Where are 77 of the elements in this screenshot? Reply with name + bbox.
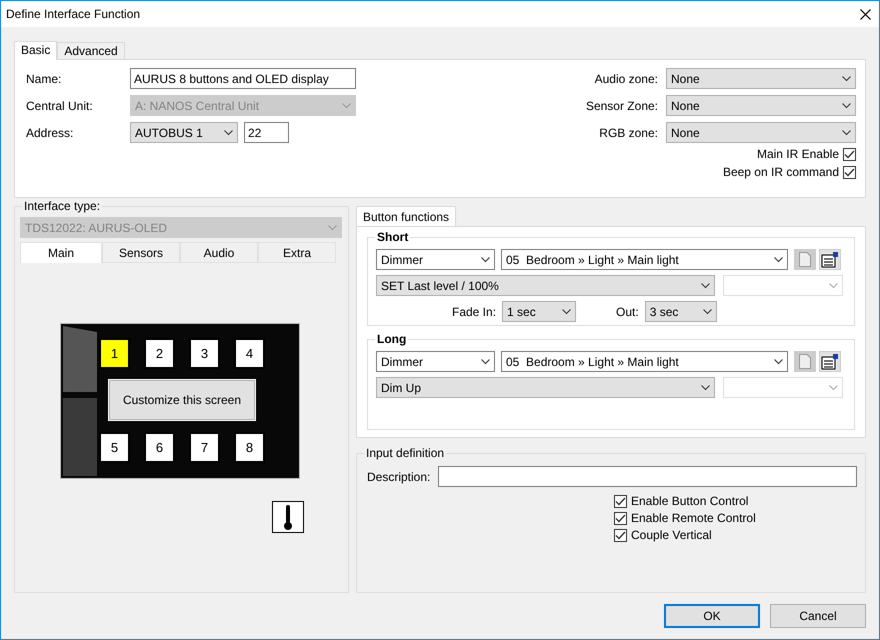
key-button[interactable]: 8 xyxy=(234,432,265,463)
dropdown[interactable]: None xyxy=(666,95,856,116)
field-label: Address: xyxy=(26,126,74,140)
chevron-icon xyxy=(829,384,838,390)
close-icon[interactable] xyxy=(860,8,871,20)
checkbox-label: Enable Remote Control xyxy=(631,511,756,525)
dialog-button[interactable]: OK xyxy=(664,604,760,628)
dropdown[interactable]: SET Last level / 100% xyxy=(376,275,715,296)
checkbox[interactable] xyxy=(843,166,856,178)
chevron-icon xyxy=(701,384,710,390)
dropdown[interactable]: Dimmer xyxy=(376,249,495,270)
group-label: Input definition xyxy=(364,446,446,460)
group-label: Short xyxy=(375,230,410,244)
key-button[interactable]: 1 xyxy=(99,338,130,369)
tab[interactable]: Extra xyxy=(258,242,336,263)
key-button[interactable]: 3 xyxy=(189,338,220,369)
checkbox[interactable] xyxy=(614,528,627,542)
key-button[interactable]: 2 xyxy=(144,338,175,369)
input-field[interactable]: 22 xyxy=(244,122,289,143)
chevron-icon xyxy=(829,282,838,288)
chevron-icon xyxy=(702,308,712,314)
input-field[interactable]: AURUS 8 buttons and OLED display xyxy=(130,68,356,89)
chevron-icon xyxy=(481,256,490,262)
tab[interactable]: Button functions xyxy=(356,206,456,226)
chevron-icon xyxy=(701,282,710,288)
key-button[interactable]: 5 xyxy=(99,432,130,463)
dropdown[interactable]: None xyxy=(666,122,856,143)
checkbox[interactable] xyxy=(614,494,627,508)
field-label: Sensor Zone: xyxy=(586,98,658,112)
group-label: Long xyxy=(375,332,408,346)
chevron-icon xyxy=(224,130,233,136)
field-label: RGB zone: xyxy=(599,126,658,140)
tab[interactable]: Basic xyxy=(14,41,58,60)
tab[interactable]: Audio xyxy=(180,242,258,263)
thermometer-icon[interactable] xyxy=(272,501,304,533)
field-label: Out: xyxy=(616,304,639,318)
tab[interactable]: Advanced xyxy=(57,42,125,59)
dropdown[interactable]: Dimmer xyxy=(376,351,495,372)
chevron-icon xyxy=(342,102,351,108)
chevron-icon xyxy=(328,224,337,230)
chevron-icon xyxy=(842,102,851,108)
field-label: Audio zone: xyxy=(594,72,658,86)
chevron-icon xyxy=(842,76,851,82)
dropdown[interactable]: 05 Bedroom » Light » Main light xyxy=(501,351,788,372)
checkbox[interactable] xyxy=(614,512,627,524)
dropdown[interactable]: Dim Up xyxy=(376,377,715,398)
window-title: Define Interface Function xyxy=(6,7,140,21)
chevron-icon xyxy=(562,308,572,314)
dropdown[interactable]: 1 sec xyxy=(502,301,576,322)
customize-button[interactable]: Customize this screen xyxy=(109,380,255,420)
checkbox-label: Couple Vertical xyxy=(631,528,712,542)
input-field[interactable] xyxy=(438,466,857,487)
key-button[interactable]: 7 xyxy=(189,432,220,463)
chevron-icon xyxy=(481,358,490,364)
tab[interactable]: Sensors xyxy=(102,242,180,263)
field-label: Fade In: xyxy=(452,304,496,318)
chevron-icon xyxy=(774,256,783,262)
dialog-button[interactable]: Cancel xyxy=(770,604,866,628)
chevron-icon xyxy=(774,358,783,364)
checkbox-label: Enable Button Control xyxy=(631,494,748,508)
key-button[interactable]: 6 xyxy=(144,432,175,463)
checkbox[interactable] xyxy=(843,148,856,160)
dropdown[interactable]: 3 sec xyxy=(644,301,717,322)
key-button[interactable]: 4 xyxy=(234,338,265,369)
field-label: Description: xyxy=(367,470,430,484)
checkbox-label: Main IR Enable xyxy=(756,147,839,161)
properties-button[interactable] xyxy=(819,249,841,270)
dropdown[interactable]: AUTOBUS 1 xyxy=(130,122,238,143)
chevron-icon xyxy=(842,130,851,136)
field-label: Name: xyxy=(26,72,62,86)
checkbox-label: Beep on IR command xyxy=(722,165,839,179)
properties-button[interactable] xyxy=(819,351,841,372)
field-label: Central Unit: xyxy=(26,98,94,112)
dropdown[interactable]: None xyxy=(666,68,856,89)
dropdown[interactable]: 05 Bedroom » Light » Main light xyxy=(501,249,788,270)
tab[interactable]: Main xyxy=(20,242,102,263)
group-label: Interface type: xyxy=(22,199,102,213)
